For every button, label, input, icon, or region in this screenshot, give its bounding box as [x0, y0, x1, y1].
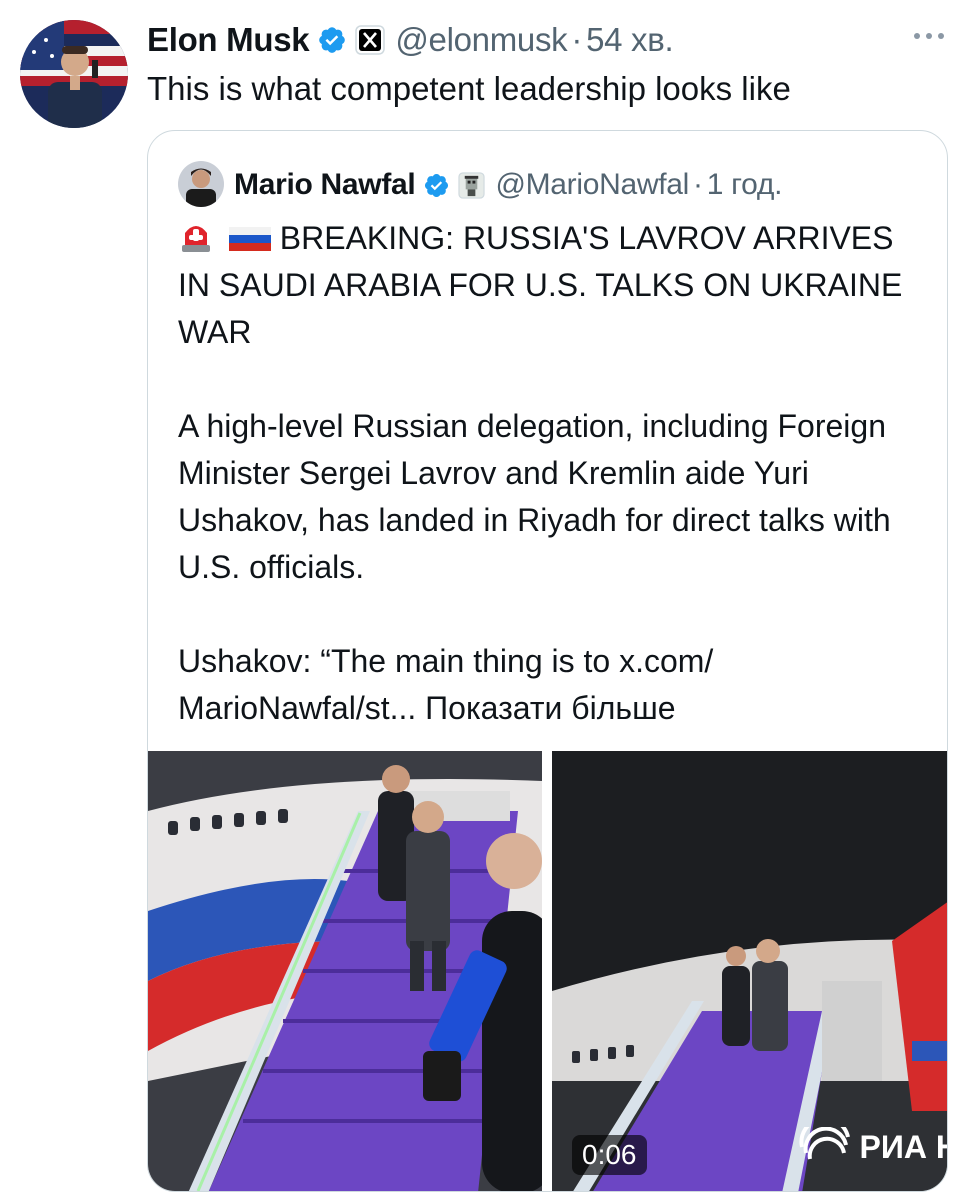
quoted-author-handle[interactable]: @MarioNawfal	[495, 168, 689, 202]
more-horizontal-icon[interactable]	[914, 30, 946, 42]
tweet-text: This is what competent leadership looks …	[147, 70, 791, 107]
video-duration-badge: 0:06	[572, 1135, 647, 1175]
plane-arrival-photo	[552, 751, 947, 1191]
quoted-header: Mario Nawfal @MarioNawfal · 1 год.	[234, 163, 782, 207]
author-name[interactable]: Elon Musk	[147, 21, 310, 59]
quoted-author-name[interactable]: Mario Nawfal	[234, 168, 416, 202]
tweet-header: Elon Musk @elonmusk · 54 хв.	[147, 18, 674, 62]
quoted-timestamp[interactable]: 1 год.	[707, 168, 783, 202]
ria-logo-icon	[799, 1127, 850, 1160]
author-handle[interactable]: @elonmusk	[395, 21, 567, 59]
quoted-text: BREAKING: RUSSIA'S LAVROV ARRIVES IN SAU…	[178, 215, 918, 732]
russia-flag-emoji	[228, 227, 271, 251]
quoted-paragraph: A high-level Russian delegation, includi…	[178, 408, 891, 585]
elon-avatar-image	[20, 20, 128, 128]
quoted-avatar[interactable]	[178, 161, 224, 207]
timestamp[interactable]: 54 хв.	[586, 21, 674, 59]
avatar[interactable]	[20, 20, 128, 128]
headline-text: BREAKING: RUSSIA'S LAVROV ARRIVES IN SAU…	[178, 220, 903, 350]
show-more-link[interactable]: Показати більше	[425, 690, 675, 726]
quoted-paragraph-2: Ushakov: “The main thing is to x.com/ Ma…	[178, 638, 918, 732]
media-video-right[interactable]: 0:06 РИА Н	[552, 751, 947, 1191]
verified-badge-icon[interactable]	[423, 172, 450, 199]
plane-stairs-photo	[148, 751, 542, 1191]
media-image-left[interactable]	[148, 751, 542, 1191]
verified-badge-icon[interactable]	[317, 25, 347, 55]
rotating-light-emoji	[182, 226, 210, 252]
quoted-tweet[interactable]: Mario Nawfal @MarioNawfal · 1 год. BREAK…	[147, 130, 948, 1192]
x-logo-icon[interactable]	[355, 25, 386, 55]
separator: ·	[571, 21, 583, 58]
separator: ·	[693, 168, 703, 201]
watermark-text: РИА Н	[859, 1128, 947, 1165]
quoted-headline: BREAKING: RUSSIA'S LAVROV ARRIVES IN SAU…	[178, 215, 918, 356]
pixel-avatar-icon[interactable]	[458, 171, 486, 199]
ria-watermark: РИА Н	[798, 1127, 947, 1167]
mario-avatar-image	[178, 161, 224, 207]
media-grid: 0:06 РИА Н	[148, 751, 947, 1191]
tweet[interactable]: Elon Musk @elonmusk · 54 хв. This is wha…	[0, 0, 968, 1200]
